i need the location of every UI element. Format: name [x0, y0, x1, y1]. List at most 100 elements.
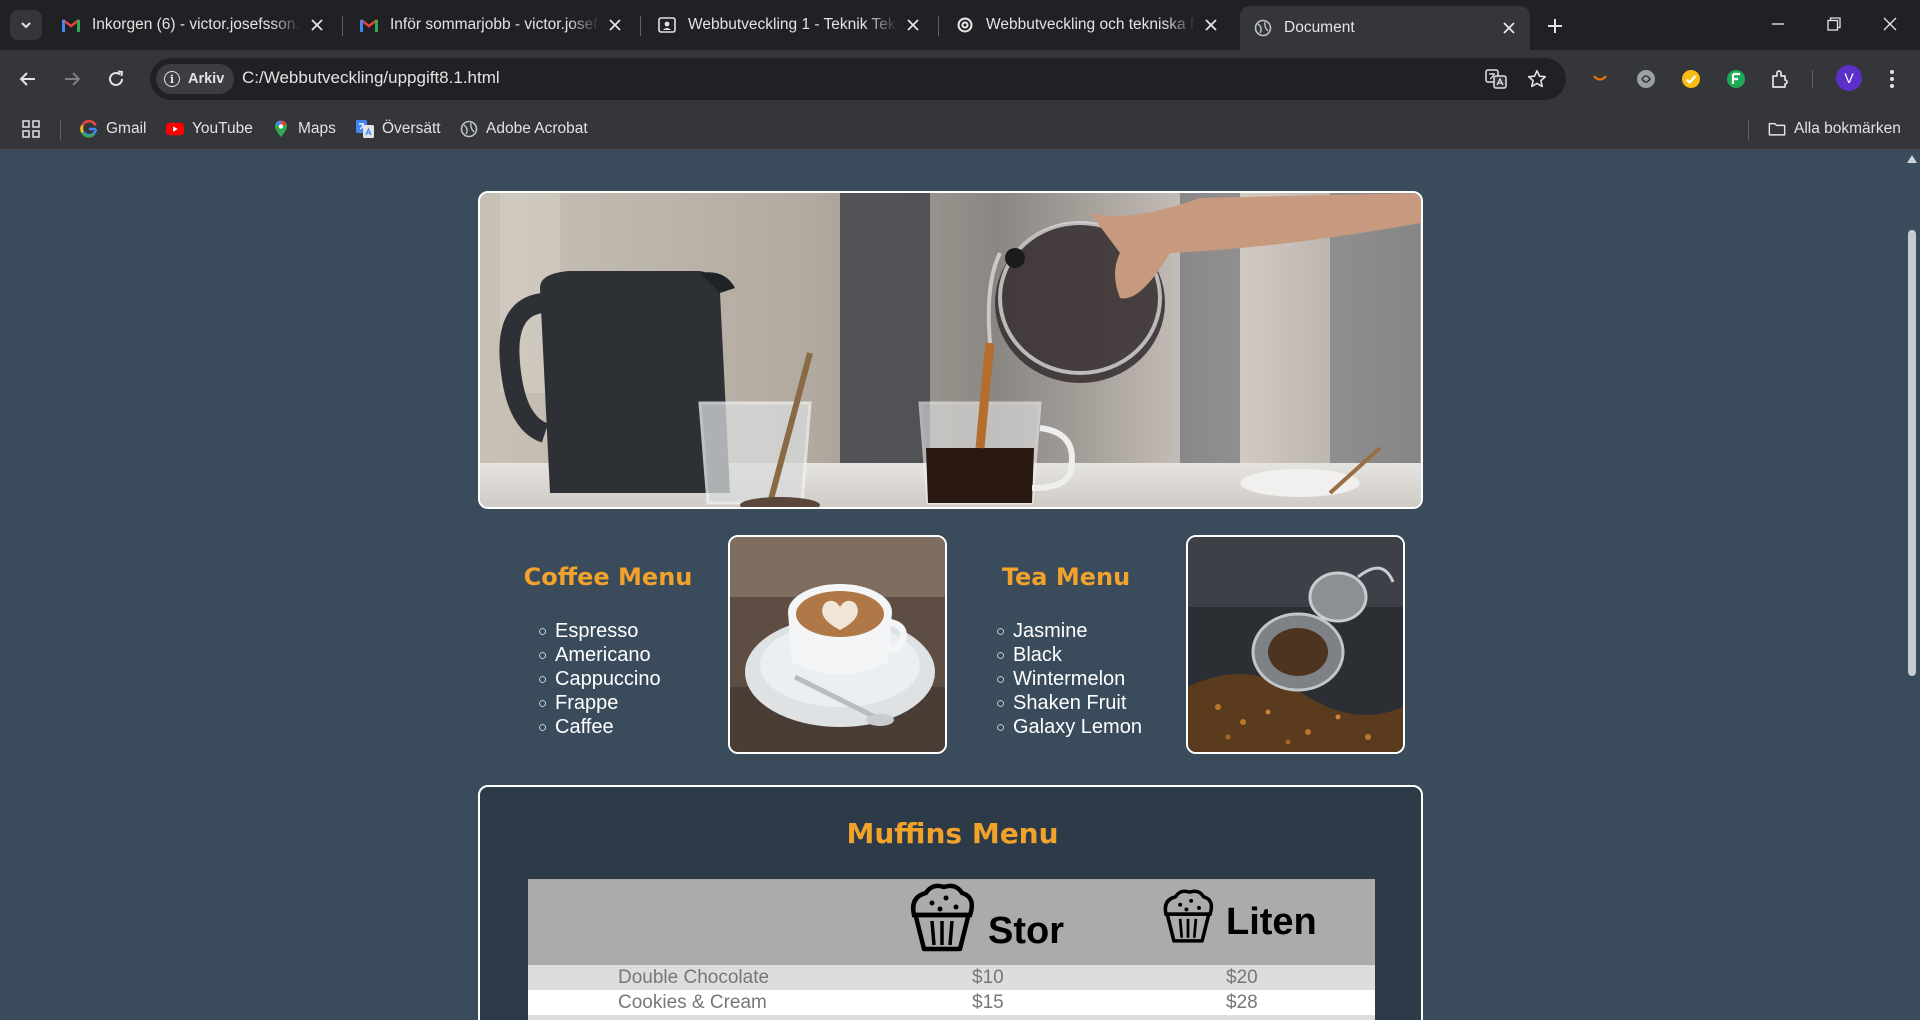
list-item: Galaxy Lemon [996, 716, 1142, 740]
page-scrollbar[interactable] [1904, 150, 1920, 1020]
all-bookmarks-label: Alla bokmärken [1794, 120, 1901, 137]
bookmark-adobe-acrobat[interactable]: Adobe Acrobat [460, 117, 588, 141]
tab-search-button[interactable] [10, 10, 42, 40]
coffee-menu-title: Coffee Menu [523, 563, 693, 591]
bookmark-youtube[interactable]: YouTube [166, 117, 253, 141]
bookmark-label: Maps [298, 120, 336, 137]
arrow-right-icon [65, 72, 81, 86]
google-translate-icon [356, 120, 374, 138]
plus-icon [1548, 19, 1562, 33]
close-icon[interactable] [1202, 16, 1220, 34]
restore-button[interactable] [1806, 0, 1862, 48]
muffins-price-table: Stor Liten Double Chocolate $10 $20 Cook… [528, 879, 1375, 1020]
hero-coffee-image [478, 191, 1423, 509]
close-icon[interactable] [308, 16, 326, 34]
tea-menu-list: Jasmine Black Wintermelon Shaken Fruit G… [996, 620, 1142, 740]
tab-title: Inkorgen (6) - victor.josefsson.st [92, 16, 302, 33]
restore-icon [1827, 17, 1841, 31]
tab-title: Webbutveckling och tekniska fr [986, 16, 1196, 33]
address-bar[interactable]: i Arkiv C:/Webbutveckling/uppgift8.1.htm… [150, 58, 1566, 100]
tab-title: Webbutveckling 1 - Teknik Tekn [688, 16, 898, 33]
tab-chatgpt[interactable]: Webbutveckling och tekniska fr [942, 8, 1232, 42]
header-stor: Stor [904, 883, 1064, 953]
bookmark-star-icon[interactable] [1525, 67, 1549, 91]
scrollbar-thumb[interactable] [1908, 230, 1916, 676]
header-label: Stor [988, 910, 1064, 952]
close-icon[interactable] [904, 16, 922, 34]
tab-separator [640, 16, 641, 36]
apps-grid-icon[interactable] [22, 117, 40, 141]
row-price-liten: $28 [1226, 992, 1258, 1013]
tab-separator [938, 16, 939, 36]
tea-infuser-image [1186, 535, 1405, 754]
header-label: Liten [1226, 901, 1317, 943]
tab-separator [342, 16, 343, 36]
table-header-row: Stor Liten [528, 879, 1375, 965]
extension-orange-icon[interactable] [1588, 67, 1612, 91]
bookmark-label: YouTube [192, 120, 253, 137]
list-item: Wintermelon [996, 668, 1142, 692]
extensions-puzzle-icon[interactable] [1769, 67, 1793, 91]
tab-gmail-inbox[interactable]: Inkorgen (6) - victor.josefsson.st [48, 8, 338, 42]
globe-icon [460, 120, 478, 138]
tea-menu-title: Tea Menu [1001, 563, 1131, 591]
gmail-icon [62, 16, 80, 34]
reload-button[interactable] [100, 63, 132, 95]
bookmark-translate[interactable]: Översätt [356, 117, 441, 141]
back-button[interactable] [12, 63, 44, 95]
list-item: Espresso [538, 620, 661, 644]
coffee-menu-list: Espresso Americano Cappuccino Frappe Caf… [538, 620, 661, 740]
kebab-menu-icon[interactable] [1880, 67, 1904, 91]
site-info-label: Arkiv [188, 71, 225, 87]
minimize-button[interactable] [1750, 0, 1806, 48]
toolbar-separator [1812, 70, 1813, 88]
extension-yellow-icon[interactable] [1679, 67, 1703, 91]
muffins-menu-title: Muffins Menu [846, 817, 1059, 850]
table-row: Cookies & Cream $15 $28 [528, 990, 1375, 1015]
muffins-menu-section: Muffins Menu Stor Liten Double Chocolate… [478, 785, 1423, 1020]
row-name: Double Chocolate [618, 967, 770, 988]
bookmarks-bar: Gmail YouTube Maps Översätt Adobe Acroba… [0, 108, 1920, 150]
chevron-down-icon [21, 22, 31, 29]
new-tab-button[interactable] [1542, 13, 1568, 39]
latte-image [728, 535, 947, 754]
tab-gmail-sommarjobb[interactable]: Inför sommarjobb - victor.josefss [346, 8, 636, 42]
list-item: Americano [538, 644, 661, 668]
extension-green-icon[interactable] [1724, 67, 1748, 91]
translate-icon[interactable] [1484, 67, 1508, 91]
row-name: Cookies & Cream [618, 992, 767, 1013]
bookmark-label: Adobe Acrobat [486, 120, 588, 137]
row-price-stor: $10 [972, 967, 1004, 988]
close-icon[interactable] [1500, 19, 1518, 37]
url-text[interactable]: C:/Webbutveckling/uppgift8.1.html [242, 68, 500, 88]
forward-button[interactable] [56, 63, 88, 95]
arrow-left-icon [19, 72, 35, 86]
list-item: Caffee [538, 716, 661, 740]
browser-toolbar: i Arkiv C:/Webbutveckling/uppgift8.1.htm… [0, 50, 1920, 108]
all-bookmarks-button[interactable]: Alla bokmärken [1768, 117, 1901, 141]
close-window-button[interactable] [1862, 0, 1918, 48]
row-price-liten: $20 [1226, 967, 1258, 988]
scroll-up-arrow-icon[interactable] [1907, 155, 1917, 163]
minimize-icon [1772, 23, 1784, 25]
muffin-icon [1163, 889, 1214, 943]
site-info-chip[interactable]: i Arkiv [156, 64, 235, 94]
tab-document[interactable]: Document [1240, 6, 1530, 50]
bookmark-gmail[interactable]: Gmail [80, 117, 146, 141]
list-item: Cappuccino [538, 668, 661, 692]
openai-icon [956, 16, 974, 34]
page-viewport: Coffee Menu Espresso Americano Cappuccin… [0, 150, 1904, 1020]
extension-gray-icon[interactable] [1634, 67, 1658, 91]
table-row: Double Chocolate $10 $20 [528, 965, 1375, 990]
tab-title: Document [1284, 19, 1355, 36]
header-liten: Liten [1158, 889, 1317, 944]
bookmark-label: Gmail [106, 120, 147, 137]
bookmark-maps[interactable]: Maps [272, 117, 336, 141]
table-row-partial [528, 1015, 1375, 1020]
tab-title: Inför sommarjobb - victor.josefss [390, 16, 600, 33]
tab-classroom[interactable]: Webbutveckling 1 - Teknik Tekn [644, 8, 934, 42]
google-icon [80, 120, 98, 138]
profile-avatar[interactable]: V [1836, 65, 1862, 91]
bookmarks-separator [60, 120, 61, 140]
close-icon[interactable] [606, 16, 624, 34]
